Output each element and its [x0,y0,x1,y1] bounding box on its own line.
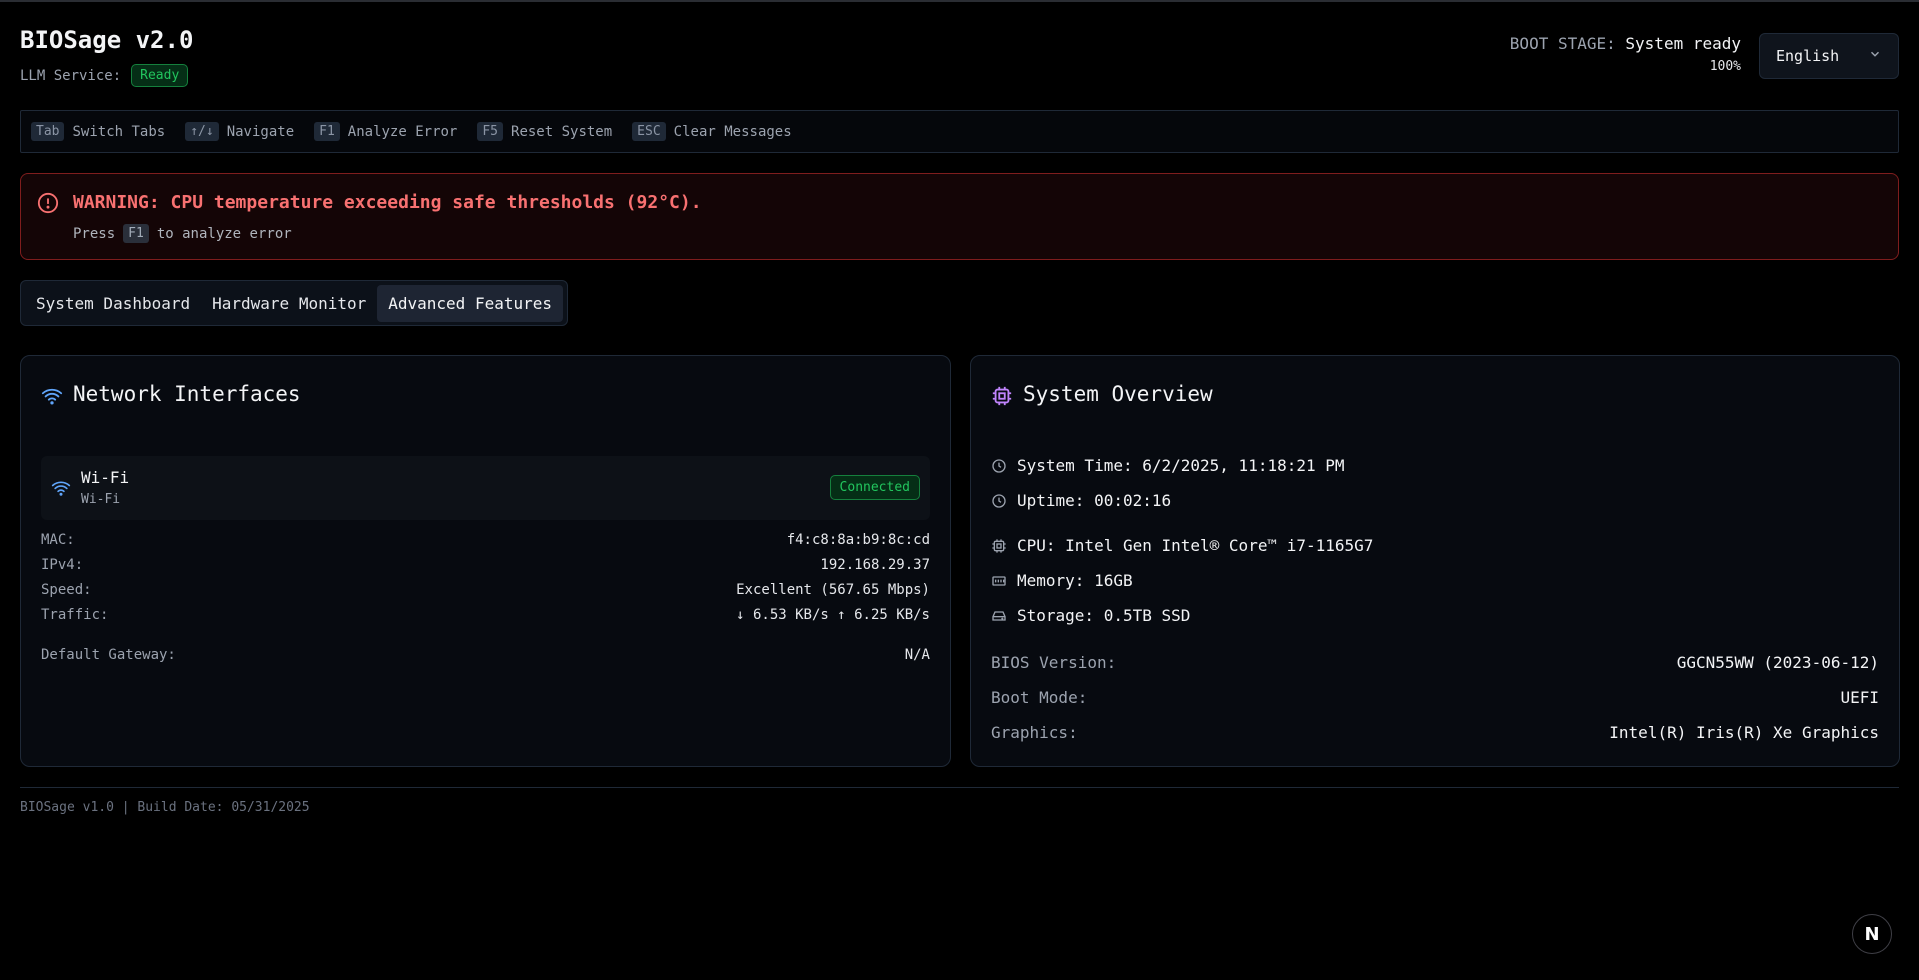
shortcut-label: Navigate [226,123,295,140]
boot-stage-value: System ready [1625,34,1741,53]
tab-system-dashboard[interactable]: System Dashboard [25,285,201,322]
shortcut-key: ESC [632,122,666,141]
cpu-chip-icon [992,386,1012,406]
shortcut-label: Switch Tabs [72,123,166,140]
keyboard-shortcuts-bar: Tab Switch Tabs ↑/↓ Navigate F1 Analyze … [20,110,1899,153]
detail-key: BIOS Version: [991,653,1117,672]
detail-key: Graphics: [991,723,1078,742]
language-value: English [1776,47,1840,65]
detail-key: Traffic: [41,607,109,623]
wifi-interface-row[interactable]: Wi-Fi Wi-Fi Connected [41,456,930,520]
shortcut-key: F1 [314,122,340,141]
system-overview-card: System Overview System Time: 6/2/2025, 1… [970,355,1900,767]
hard-drive-icon [992,610,1006,621]
wifi-icon [41,388,63,405]
footer-text: BIOSage v1.0 | Build Date: 05/31/2025 [20,800,310,815]
shortcut-navigate: ↑/↓ Navigate [185,122,294,141]
detail-key: IPv4: [41,557,84,573]
overview-card-title: System Overview [1023,382,1213,406]
warning-alert: WARNING: CPU temperature exceeding safe … [20,173,1899,260]
warning-hint: Press F1 to analyze error [73,224,292,243]
boot-stage: BOOT STAGE: System ready 100% [1510,34,1741,74]
shortcut-analyze-error: F1 Analyze Error [314,122,457,141]
detail-value: 192.168.29.37 [820,557,930,573]
storage-row: Storage: 0.5TB SSD [991,606,1190,625]
detail-key: MAC: [41,532,75,548]
next-dev-badge[interactable]: N [1852,914,1892,954]
alert-circle-icon [37,192,59,214]
detail-value: ↓ 6.53 KB/s ↑ 6.25 KB/s [736,607,930,623]
detail-value: Intel(R) Iris(R) Xe Graphics [1609,723,1879,742]
header: BIOSage v2.0 LLM Service: Ready BOOT STA… [20,2,1899,102]
detail-value: GGCN55WW (2023-06-12) [1676,653,1879,672]
llm-status-badge: Ready [131,64,189,87]
graphics-row: Graphics: Intel(R) Iris(R) Xe Graphics [991,723,1879,742]
shortcut-label: Reset System [511,123,613,140]
clock-icon [992,458,1006,473]
clock-icon [992,493,1006,508]
system-time-row: System Time: 6/2/2025, 11:18:21 PM [991,456,1345,475]
network-interfaces-card: Network Interfaces Wi-Fi Wi-Fi Connected… [20,355,951,767]
shortcut-clear-messages: ESC Clear Messages [632,122,792,141]
warning-press-label: Press [73,225,116,242]
detail-value: f4:c8:8a:b9:8c:cd [786,532,930,548]
uptime: Uptime: 00:02:16 [1017,491,1172,510]
boot-mode-row: Boot Mode: UEFI [991,688,1879,707]
bios-version-row: BIOS Version: GGCN55WW (2023-06-12) [991,653,1879,672]
warning-action-label: to analyze error [156,225,292,242]
shortcut-label: Analyze Error [347,123,458,140]
wifi-icon [51,481,71,496]
warning-message: WARNING: CPU temperature exceeding safe … [73,192,702,213]
chevron-down-icon [1868,47,1882,65]
gateway-value: N/A [904,647,930,663]
llm-service-row: LLM Service: Ready [20,64,189,87]
tab-hardware-monitor[interactable]: Hardware Monitor [201,285,377,322]
shortcut-reset-system: F5 Reset System [477,122,612,141]
cpu-info: CPU: Intel Gen Intel® Core™ i7-1165G7 [1017,536,1374,555]
detail-value: UEFI [1840,688,1879,707]
storage-info: Storage: 0.5TB SSD [1017,606,1191,625]
ipv4-row: IPv4: 192.168.29.37 [41,557,930,573]
footer-divider [20,787,1899,788]
app-title: BIOSage v2.0 [20,26,194,54]
system-time: System Time: 6/2/2025, 11:18:21 PM [1017,456,1345,475]
tab-bar: System Dashboard Hardware Monitor Advanc… [20,280,569,326]
detail-value: Excellent (567.65 Mbps) [736,582,930,598]
gateway-row: Default Gateway: N/A [41,647,930,663]
warning-key: F1 [123,224,149,243]
boot-stage-label: BOOT STAGE: [1509,34,1616,53]
shortcut-key: F5 [477,122,504,141]
language-select[interactable]: English [1759,33,1899,79]
memory-info: Memory: 16GB [1017,571,1133,590]
cpu-icon [992,538,1006,553]
uptime-row: Uptime: 00:02:16 [991,491,1171,510]
traffic-row: Traffic: ↓ 6.53 KB/s ↑ 6.25 KB/s [41,607,930,623]
shortcut-key: ↑/↓ [185,122,219,141]
network-card-title: Network Interfaces [73,382,301,406]
connection-status-badge: Connected [829,475,920,500]
shortcut-key: Tab [31,122,65,141]
interface-type: Wi-Fi [81,492,121,507]
shortcut-switch-tabs: Tab Switch Tabs [31,122,165,141]
cpu-row: CPU: Intel Gen Intel® Core™ i7-1165G7 [991,536,1373,555]
boot-progress: 100% [1709,59,1741,74]
detail-key: Speed: [41,582,92,598]
llm-service-label: LLM Service: [20,67,122,84]
tab-advanced-features[interactable]: Advanced Features [377,284,564,322]
memory-row: Memory: 16GB [991,571,1133,590]
memory-icon [992,575,1006,586]
speed-row: Speed: Excellent (567.65 Mbps) [41,582,930,598]
shortcut-label: Clear Messages [673,123,792,140]
interface-name: Wi-Fi [81,468,130,487]
gateway-label: Default Gateway: [41,647,176,663]
mac-row: MAC: f4:c8:8a:b9:8c:cd [41,532,930,548]
detail-key: Boot Mode: [991,688,1088,707]
